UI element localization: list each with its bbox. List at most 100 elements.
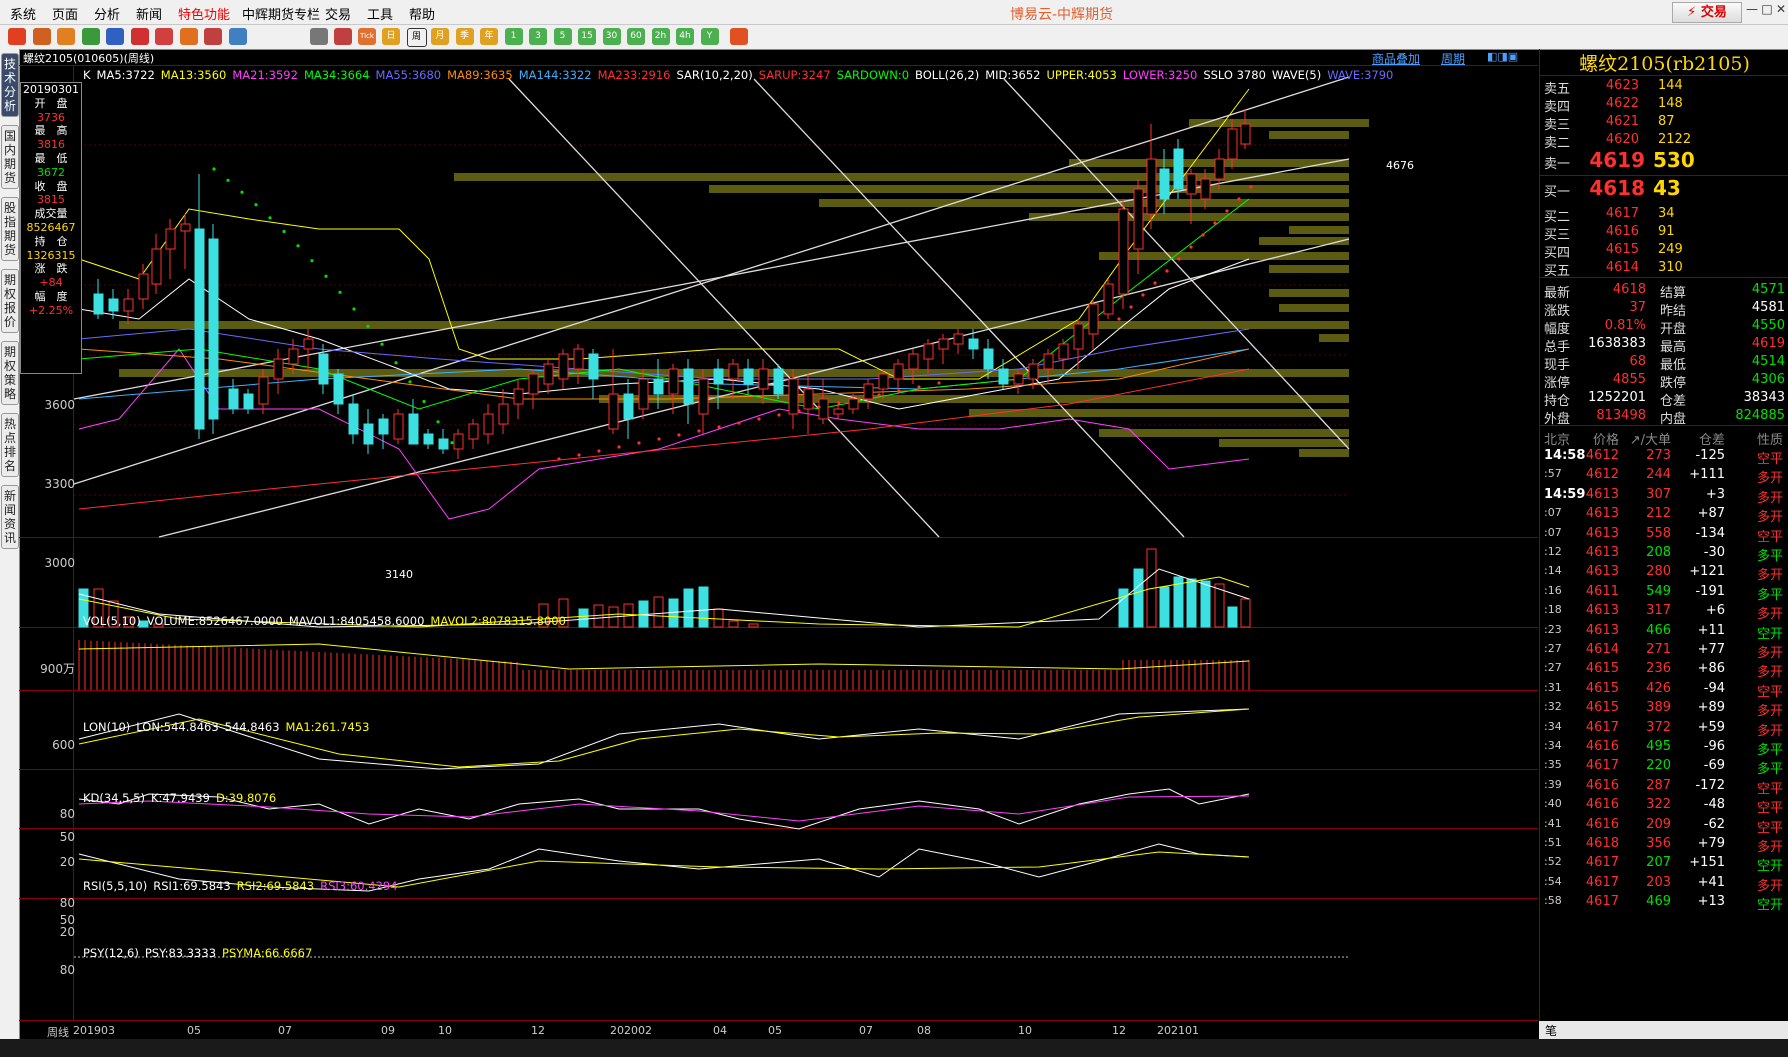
period-button[interactable]: 年 [480, 28, 498, 45]
tick-time: :39 [1544, 777, 1562, 791]
refresh-icon[interactable] [81, 28, 100, 45]
tick-row[interactable]: :31 4615 426 -94 空平 [1540, 679, 1788, 700]
tick-row[interactable]: :18 4613 317 +6 多开 [1540, 601, 1788, 622]
side-tab[interactable]: 热点排名 [1, 413, 19, 477]
tick-row[interactable]: :51 4618 356 +79 多开 [1540, 834, 1788, 855]
tick-row[interactable]: :16 4611 549 -191 多平 [1540, 582, 1788, 603]
tick-row[interactable]: :39 4616 287 -172 空平 [1540, 776, 1788, 797]
tick-row[interactable]: :23 4613 466 +11 空开 [1540, 621, 1788, 642]
tick-row[interactable]: :35 4617 220 -69 多平 [1540, 756, 1788, 777]
chart-canvas[interactable] [19, 49, 1538, 1020]
menu-item[interactable]: 交易 [325, 4, 351, 23]
side-tab[interactable]: 期权策略 [1, 341, 19, 405]
menu-item[interactable]: 中辉期货专栏 [242, 4, 320, 23]
tick-icon[interactable]: Tick [358, 28, 376, 45]
period-button[interactable]: 30 [602, 28, 621, 45]
zoom-in-icon[interactable] [106, 28, 124, 45]
menu-item[interactable]: 系统 [10, 4, 36, 23]
sar-dot [697, 429, 701, 433]
ask-row[interactable]: 卖四 4622 148 [1540, 94, 1788, 115]
menu-item[interactable]: 页面 [52, 4, 78, 23]
bid-row[interactable]: 买二 4617 34 [1540, 204, 1788, 225]
tick-row[interactable]: :32 4615 389 +89 多开 [1540, 698, 1788, 720]
tick-time: :18 [1544, 603, 1562, 617]
tick-time: :54 [1544, 874, 1562, 888]
tick-volume: 287 [1646, 777, 1671, 793]
menu-item[interactable]: 帮助 [409, 4, 435, 23]
tick-row[interactable]: :58 4617 469 +13 空开 [1540, 892, 1788, 913]
period-button[interactable]: 15 [578, 28, 596, 45]
period-button[interactable]: 1 [504, 28, 523, 45]
draw-icon[interactable] [155, 28, 173, 45]
bid-row[interactable]: 买五 4614 310 [1540, 258, 1788, 279]
tick-tab-label: 笔 [1545, 1024, 1558, 1038]
tick-row[interactable]: :52 4617 207 +151 空开 [1540, 853, 1788, 874]
home-icon[interactable] [32, 28, 51, 45]
menu-item[interactable]: 新闻 [136, 4, 162, 23]
candle-body [123, 298, 134, 312]
bid-row[interactable]: 买一 4618 43 [1540, 176, 1788, 202]
tick-volume: 389 [1646, 700, 1671, 716]
period-button[interactable]: 3 [529, 28, 547, 45]
side-tab[interactable]: 股指期货 [1, 197, 19, 261]
tick-row[interactable]: :14 4613 280 +121 多开 [1540, 562, 1788, 583]
stat-row: 总手 1638383 最高 4619 [1540, 334, 1788, 355]
period-button[interactable]: 月 [431, 28, 449, 45]
tick-row[interactable]: :27 4615 236 +86 多开 [1540, 659, 1788, 680]
zoom-out-icon[interactable] [130, 28, 149, 45]
ask-row[interactable]: 卖三 4621 87 [1540, 112, 1788, 133]
ask-row[interactable]: 卖五 4623 144 [1540, 76, 1788, 97]
trade-button[interactable]: ⚡ 交易 [1672, 2, 1742, 23]
tick-row[interactable]: :57 4612 244 +111 多开 [1540, 465, 1788, 486]
tick-row[interactable]: 14:59 4613 307 +3 多开 [1540, 485, 1788, 506]
tick-bottom-tab[interactable]: 笔 [1539, 1021, 1788, 1039]
calculator-icon[interactable] [730, 28, 748, 45]
bid-row[interactable]: 买四 4615 249 [1540, 240, 1788, 261]
stat-value: 4855 [1612, 372, 1646, 387]
tick-row[interactable]: :27 4614 271 +77 多开 [1540, 640, 1788, 661]
period-button[interactable]: 季 [455, 28, 474, 45]
kline-icon[interactable] [334, 28, 352, 45]
menu-item[interactable]: 分析 [94, 4, 120, 23]
candle-body [333, 373, 344, 405]
tick-row[interactable]: 14:58 4612 273 -125 空平 [1540, 446, 1788, 467]
tick-row[interactable]: :54 4617 203 +41 多开 [1540, 873, 1788, 894]
formula-icon[interactable] [179, 28, 198, 45]
table-icon[interactable] [310, 28, 328, 45]
side-tab[interactable]: 国内期货 [1, 125, 19, 189]
tick-row[interactable]: :40 4616 322 -48 空平 [1540, 795, 1788, 816]
indicator-icon[interactable] [204, 28, 222, 45]
period-button[interactable]: 5 [553, 28, 572, 45]
close-button[interactable]: ✕ [1773, 2, 1788, 20]
config-icon[interactable] [228, 28, 247, 45]
tick-row[interactable]: :34 4616 495 -96 多平 [1540, 737, 1788, 758]
folder-icon[interactable] [57, 28, 75, 45]
side-tab[interactable]: 技术分析 [1, 53, 19, 117]
period-button[interactable]: 4h [676, 28, 694, 45]
candle-body [1133, 188, 1144, 250]
ask-row[interactable]: 卖二 4620 2122 [1540, 130, 1788, 151]
menu-item[interactable]: 工具 [367, 4, 393, 23]
tick-row[interactable]: :07 4613 558 -134 空平 [1540, 524, 1788, 545]
tick-time: :07 [1544, 506, 1562, 520]
tick-time: :27 [1544, 642, 1562, 655]
tick-row[interactable]: :34 4617 372 +59 多开 [1540, 718, 1788, 739]
stat-value: 68 [1629, 354, 1646, 369]
period-button[interactable]: Y [700, 28, 719, 45]
period-button[interactable]: 2h [651, 28, 670, 45]
period-button[interactable]: 日 [382, 28, 400, 45]
tick-price: 4618 [1585, 836, 1619, 851]
menu-item[interactable]: 特色功能 [178, 4, 230, 23]
minimize-button[interactable]: — [1744, 2, 1760, 20]
tick-row[interactable]: :12 4613 208 -30 多平 [1540, 543, 1788, 564]
ask-row[interactable]: 卖一 4619 530 [1540, 148, 1788, 174]
tick-row[interactable]: :07 4613 212 +87 多开 [1540, 504, 1788, 525]
bid-row[interactable]: 买三 4616 91 [1540, 222, 1788, 243]
side-tab[interactable]: 新闻资讯 [1, 485, 19, 549]
tick-row[interactable]: :41 4616 209 -62 空平 [1540, 815, 1788, 836]
back-icon[interactable] [8, 28, 26, 45]
period-button[interactable]: 周 [406, 28, 427, 47]
period-button[interactable]: 60 [627, 28, 645, 45]
stat-value: 0.81% [1604, 318, 1646, 333]
tick-nature: 多开 [1756, 704, 1783, 720]
